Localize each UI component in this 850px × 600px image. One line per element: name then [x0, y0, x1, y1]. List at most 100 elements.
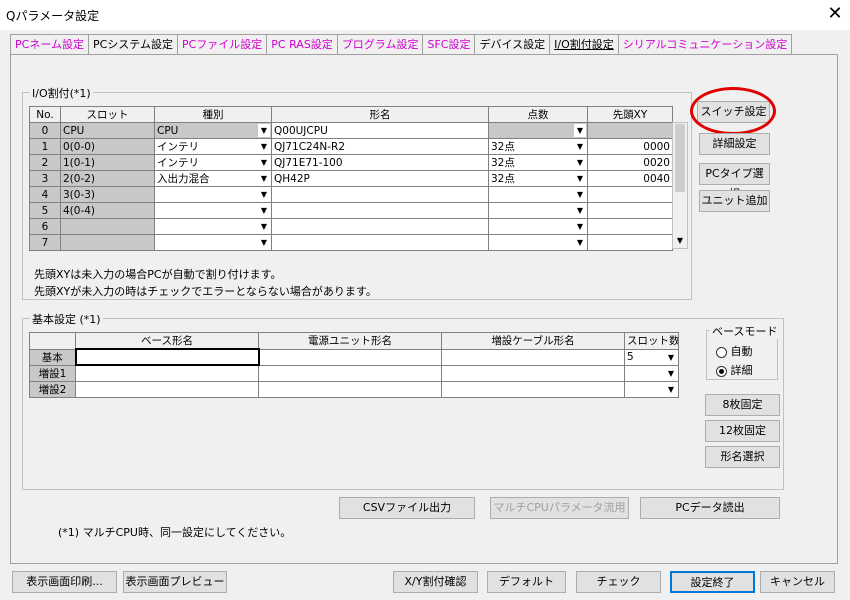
io-slot-cell: 4(0-4)	[60, 202, 155, 219]
io-start-xy-input[interactable]: 0020	[587, 154, 673, 171]
chevron-down-icon[interactable]: ▼	[574, 172, 586, 185]
default-button[interactable]: デフォルト	[487, 571, 566, 593]
mode-detail-radio[interactable]	[716, 365, 727, 377]
io-model-input[interactable]: QJ71C24N-R2	[271, 138, 489, 155]
model-select-button[interactable]: 形名選択	[705, 446, 780, 468]
fixed-12-button[interactable]: 12枚固定	[705, 420, 780, 442]
chevron-down-icon[interactable]: ▼	[258, 204, 270, 217]
base-model-input[interactable]	[74, 348, 260, 366]
power-model-input[interactable]	[258, 348, 442, 366]
xy-check-button[interactable]: X/Y割付確認	[393, 571, 478, 593]
pc-type-select-button[interactable]: PCタイプ選択	[699, 163, 770, 200]
multi-cpu-param-button[interactable]: マルチCPUパラメータ流用	[490, 497, 629, 519]
io-points-select[interactable]: 32点 ▼	[488, 154, 588, 171]
chevron-down-icon[interactable]: ▼	[258, 220, 270, 233]
io-points-select[interactable]: ▼	[488, 218, 588, 235]
unit-add-button[interactable]: ユニット追加	[699, 190, 770, 212]
io-model-input[interactable]	[271, 186, 489, 203]
tab-2[interactable]: PCファイル設定	[177, 34, 268, 54]
mode-detail-option[interactable]: 詳細	[716, 362, 753, 378]
preview-button[interactable]: 表示画面プレビュー	[123, 571, 227, 593]
io-points-select[interactable]: ▼	[488, 186, 588, 203]
chevron-down-icon[interactable]: ▼	[258, 156, 270, 169]
io-points-select[interactable]: ▼	[488, 122, 588, 139]
io-start-xy-input[interactable]	[587, 202, 673, 219]
io-row: 3 2(0-2) 入出力混合 ▼ QH42P 32点 ▼ 0040	[29, 170, 673, 187]
cable-model-input[interactable]	[441, 364, 625, 382]
tab-5[interactable]: SFC設定	[423, 34, 476, 54]
tab-0[interactable]: PCネーム設定	[10, 34, 89, 54]
io-start-xy-input[interactable]	[587, 186, 673, 203]
finish-button[interactable]: 設定終了	[670, 571, 755, 593]
close-icon[interactable]: ✕	[820, 2, 850, 28]
io-points-select[interactable]: 32点 ▼	[488, 138, 588, 155]
base-model-input[interactable]	[75, 364, 259, 382]
scrollbar-thumb[interactable]	[675, 124, 685, 192]
io-start-xy-input[interactable]	[587, 234, 673, 251]
io-type-select[interactable]: ▼	[154, 186, 272, 203]
chevron-down-icon[interactable]: ▼	[574, 220, 586, 233]
cable-model-input[interactable]	[441, 380, 625, 398]
tab-4[interactable]: プログラム設定	[337, 34, 424, 54]
io-type-select[interactable]: インテリ ▼	[154, 154, 272, 171]
io-start-xy-input[interactable]: 0040	[587, 170, 673, 187]
chevron-down-icon[interactable]: ▼	[665, 382, 677, 396]
cable-model-input[interactable]	[441, 348, 625, 366]
io-scrollbar[interactable]: ▼	[672, 122, 688, 249]
print-button[interactable]: 表示画面印刷...	[12, 571, 117, 593]
io-points-select[interactable]: ▼	[488, 202, 588, 219]
io-start-xy-input[interactable]	[587, 122, 673, 139]
power-model-input[interactable]	[258, 364, 442, 382]
chevron-down-icon[interactable]: ▼	[574, 204, 586, 217]
csv-output-button[interactable]: CSVファイル出力	[339, 497, 475, 519]
base-row-label: 増設1	[29, 364, 76, 382]
chevron-down-icon[interactable]: ▼	[258, 140, 270, 153]
chevron-down-icon[interactable]: ▼	[574, 124, 586, 137]
io-model-input[interactable]: QH42P	[271, 170, 489, 187]
fixed-8-button[interactable]: 8枚固定	[705, 394, 780, 416]
check-button[interactable]: チェック	[576, 571, 661, 593]
io-type-select[interactable]: インテリ ▼	[154, 138, 272, 155]
chevron-down-icon[interactable]: ▼	[258, 236, 270, 249]
tab-3[interactable]: PC RAS設定	[267, 34, 338, 54]
tab-7[interactable]: I/O割付設定	[550, 34, 619, 54]
io-type-select[interactable]: CPU ▼	[154, 122, 272, 139]
chevron-down-icon[interactable]: ▼	[574, 140, 586, 153]
detail-settings-button[interactable]: 詳細設定	[699, 133, 770, 155]
chevron-down-icon[interactable]: ▼	[258, 124, 270, 137]
tab-8[interactable]: シリアルコミュニケーション設定	[618, 34, 793, 54]
io-model-input[interactable]	[271, 234, 489, 251]
io-type-select[interactable]: ▼	[154, 202, 272, 219]
io-type-select[interactable]: ▼	[154, 234, 272, 251]
chevron-down-icon[interactable]: ▼	[574, 188, 586, 201]
cancel-button[interactable]: キャンセル	[760, 571, 835, 593]
slot-count-select[interactable]: ▼	[624, 380, 679, 398]
io-type-select[interactable]: 入出力混合 ▼	[154, 170, 272, 187]
io-model-input[interactable]: Q00UJCPU	[271, 122, 489, 139]
mode-auto-option[interactable]: 自動	[716, 343, 753, 359]
base-model-input[interactable]	[75, 380, 259, 398]
slot-count-select[interactable]: 5 ▼	[624, 348, 679, 366]
scroll-down-icon[interactable]: ▼	[673, 236, 687, 248]
slot-count-select[interactable]: ▼	[624, 364, 679, 382]
io-start-xy-input[interactable]: 0000	[587, 138, 673, 155]
switch-settings-button[interactable]: スイッチ設定	[697, 101, 770, 123]
chevron-down-icon[interactable]: ▼	[574, 156, 586, 169]
mode-auto-radio[interactable]	[716, 346, 727, 358]
io-model-input[interactable]: QJ71E71-100	[271, 154, 489, 171]
chevron-down-icon[interactable]: ▼	[258, 188, 270, 201]
power-model-input[interactable]	[258, 380, 442, 398]
pc-read-button[interactable]: PCデータ読出	[640, 497, 780, 519]
io-model-input[interactable]	[271, 218, 489, 235]
tab-1[interactable]: PCシステム設定	[88, 34, 178, 54]
chevron-down-icon[interactable]: ▼	[574, 236, 586, 249]
tab-6[interactable]: デバイス設定	[475, 34, 551, 54]
io-start-xy-input[interactable]	[587, 218, 673, 235]
chevron-down-icon[interactable]: ▼	[665, 366, 677, 380]
chevron-down-icon[interactable]: ▼	[665, 350, 677, 364]
io-points-select[interactable]: ▼	[488, 234, 588, 251]
io-points-select[interactable]: 32点 ▼	[488, 170, 588, 187]
io-model-input[interactable]	[271, 202, 489, 219]
chevron-down-icon[interactable]: ▼	[258, 172, 270, 185]
io-type-select[interactable]: ▼	[154, 218, 272, 235]
